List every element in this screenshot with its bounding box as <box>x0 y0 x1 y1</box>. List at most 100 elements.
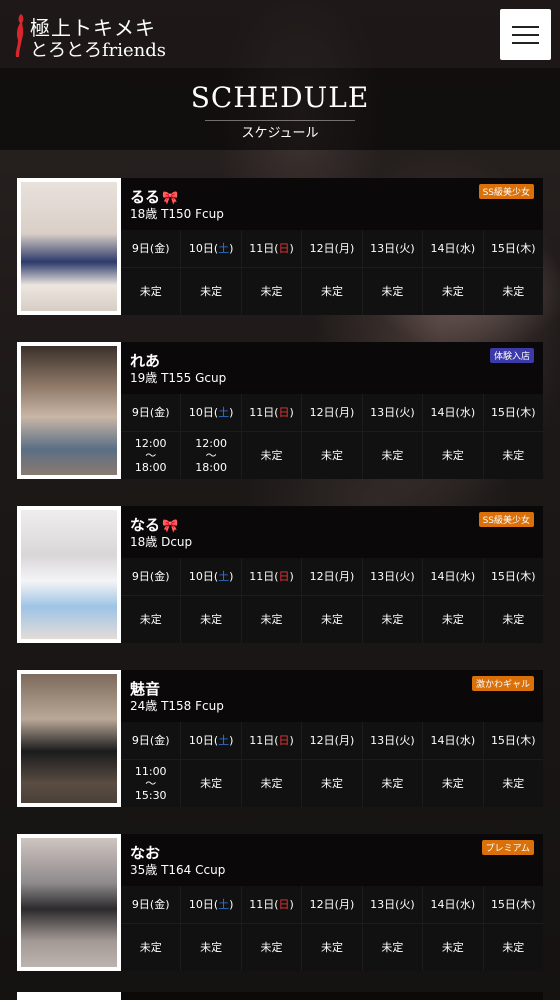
schedule-time: 未定 <box>139 284 162 298</box>
cast-photo[interactable] <box>17 342 121 479</box>
schedule-date: 13日(火) <box>362 886 423 924</box>
schedule-date: 9日(金) <box>121 230 181 268</box>
page-title-band: SCHEDULE スケジュール <box>0 68 560 150</box>
schedule-cell: 11日(日) 未定 <box>240 558 302 643</box>
weekday-label: 月 <box>338 406 350 419</box>
cast-photo[interactable] <box>17 506 121 643</box>
schedule-time: 未定 <box>260 448 283 462</box>
schedule-cell: 14日(水) 未定 <box>422 230 483 315</box>
schedule-time: 未定 <box>260 776 283 790</box>
schedule-cell: 14日(水) 未定 <box>422 558 483 643</box>
cast-info: なる 🎀 18歳 Dcup SS級美少女 <box>121 506 543 558</box>
schedule-date: 10日(土) <box>181 230 241 268</box>
cast-photo[interactable] <box>17 834 121 971</box>
cast-stats: 35歳 T164 Ccup <box>130 863 226 877</box>
schedule-date: 12日(月) <box>302 722 362 760</box>
schedule-cell: 9日(金) 未定 <box>121 558 181 643</box>
weekday-label: 土 <box>218 898 230 911</box>
schedule-date: 14日(水) <box>423 230 483 268</box>
schedule-date: 11日(日) <box>241 722 302 760</box>
schedule-cell: 15日(木) 未定 <box>482 558 543 643</box>
schedule-date: 9日(金) <box>121 722 181 760</box>
schedule-date: 11日(日) <box>241 230 302 268</box>
schedule-time: 未定 <box>441 284 464 298</box>
schedule-date: 14日(水) <box>423 722 483 760</box>
schedule-time: 未定 <box>502 284 525 298</box>
schedule-time: 12:00 ～ 18:00 <box>195 436 227 474</box>
cast-name[interactable]: なる 🎀 <box>130 514 178 535</box>
weekday-label: 月 <box>338 570 350 583</box>
schedule-row: 9日(金) 12:00 ～ 18:00 10日(土) 12:00 ～ 18:00 11日(日) 未… <box>121 394 543 479</box>
weekday-label: 金 <box>154 570 166 583</box>
page-title: SCHEDULE <box>190 81 370 114</box>
schedule-time: 未定 <box>441 612 464 626</box>
next-cast-card-partial[interactable] <box>17 992 543 1000</box>
cast-stats: 18歳 Dcup <box>130 535 193 549</box>
cast-card[interactable]: なお 35歳 T164 Ccup プレミアム 9日(金) 未定 10日(土) 未定 11日(日… <box>17 834 543 971</box>
weekday-label: 金 <box>154 406 166 419</box>
schedule-cell: 10日(土) 未定 <box>180 230 241 315</box>
menu-button[interactable] <box>500 9 551 60</box>
cast-name[interactable]: れあ <box>130 350 160 371</box>
cast-card[interactable]: るる 🎀 18歳 T150 Fcup SS級美少女 9日(金) 未定 10日(土) 未定 11日… <box>17 178 543 315</box>
cast-card[interactable]: れあ 19歳 T155 Gcup 体験入店 9日(金) 12:00 ～ 18:00 10日(土… <box>17 342 543 479</box>
schedule-cell: 14日(水) 未定 <box>422 886 483 971</box>
hamburger-icon <box>512 34 539 36</box>
cast-name[interactable]: るる 🎀 <box>130 186 178 207</box>
schedule-date: 10日(土) <box>181 722 241 760</box>
schedule-cell: 10日(土) 未定 <box>180 722 241 807</box>
weekday-label: 土 <box>218 242 230 255</box>
cast-card[interactable]: なる 🎀 18歳 Dcup SS級美少女 9日(金) 未定 10日(土) 未定 11日(日) 未定… <box>17 506 543 643</box>
site-logo[interactable]: 極上トキメキ とろとろfriends <box>12 10 166 61</box>
cast-card[interactable]: 魅音 24歳 T158 Fcup 激かわギャル 9日(金) 11:00 ～ 15:30 10日… <box>17 670 543 807</box>
cast-name-text: れあ <box>130 352 161 370</box>
weekday-label: 金 <box>154 242 166 255</box>
schedule-date: 9日(金) <box>121 394 181 432</box>
schedule-cell: 11日(日) 未定 <box>240 886 302 971</box>
weekday-label: 日 <box>278 242 290 255</box>
cast-name-text: なお <box>130 844 161 862</box>
schedule-cell: 12日(月) 未定 <box>301 230 362 315</box>
cast-photo-image <box>21 346 117 475</box>
weekday-label: 金 <box>154 734 166 747</box>
schedule-cell: 10日(土) 未定 <box>180 886 241 971</box>
weekday-label: 木 <box>520 570 532 583</box>
cast-name[interactable]: なお <box>130 842 160 863</box>
schedule-time: 未定 <box>441 776 464 790</box>
schedule-row: 9日(金) 未定 10日(土) 未定 11日(日) 未定 12日(月) 未定 13日(火) 未定 1… <box>121 558 543 643</box>
schedule-cell: 11日(日) 未定 <box>240 394 302 479</box>
schedule-cell: 14日(水) 未定 <box>422 394 483 479</box>
schedule-time: 未定 <box>200 284 223 298</box>
schedule-cell: 9日(金) 12:00 ～ 18:00 <box>121 394 181 479</box>
cast-photo[interactable] <box>17 992 121 1000</box>
schedule-time: 未定 <box>320 448 343 462</box>
cast-info: れあ 19歳 T155 Gcup 体験入店 <box>121 342 543 394</box>
weekday-label: 火 <box>399 570 411 583</box>
schedule-time: 未定 <box>502 612 525 626</box>
schedule-cell: 11日(日) 未定 <box>240 230 302 315</box>
cast-photo[interactable] <box>17 178 121 315</box>
cast-badge: プレミアム <box>481 840 534 855</box>
schedule-cell: 13日(火) 未定 <box>361 394 423 479</box>
logo-figure-icon <box>15 14 24 57</box>
schedule-cell: 12日(月) 未定 <box>301 886 362 971</box>
weekday-label: 土 <box>218 734 230 747</box>
schedule-time: 未定 <box>200 612 223 626</box>
schedule-date: 11日(日) <box>241 886 302 924</box>
cast-photo-image <box>21 838 117 967</box>
schedule-date: 10日(土) <box>181 886 241 924</box>
weekday-label: 火 <box>399 242 411 255</box>
cast-name-text: なる <box>130 516 161 534</box>
cast-badge: SS級美少女 <box>478 512 534 527</box>
weekday-label: 木 <box>520 242 532 255</box>
cast-photo[interactable] <box>17 670 121 807</box>
cast-name-text: 魅音 <box>130 680 161 698</box>
schedule-cell: 10日(土) 未定 <box>180 558 241 643</box>
cast-info: なお 35歳 T164 Ccup プレミアム <box>121 834 543 886</box>
weekday-label: 水 <box>459 406 471 419</box>
schedule-date: 13日(火) <box>362 558 423 596</box>
schedule-cell: 13日(火) 未定 <box>361 230 423 315</box>
cast-name[interactable]: 魅音 <box>130 678 160 699</box>
schedule-cell: 14日(水) 未定 <box>422 722 483 807</box>
schedule-row: 9日(金) 未定 10日(土) 未定 11日(日) 未定 12日(月) 未定 13日(火) 未定 1… <box>121 230 543 315</box>
